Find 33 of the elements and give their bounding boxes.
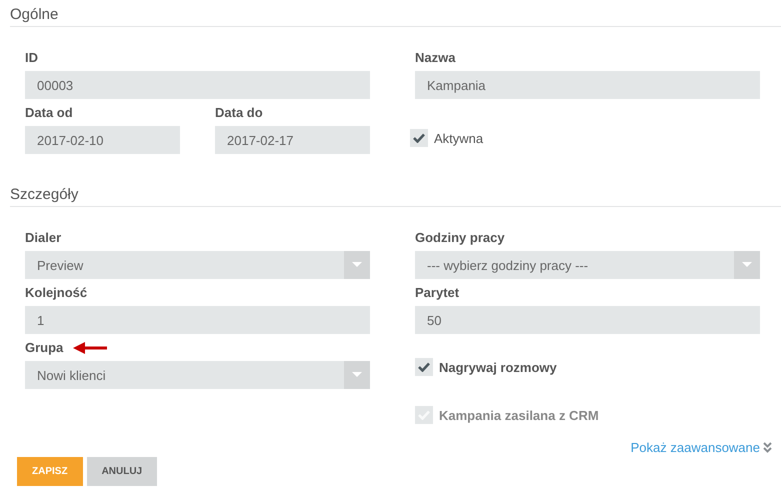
checkbox-label: Kampania zasilana z CRM bbox=[439, 408, 599, 422]
select-field[interactable]: Preview bbox=[25, 251, 370, 279]
field-label: Godziny pracy bbox=[415, 230, 505, 245]
show-advanced-link[interactable]: Pokaż zaawansowane bbox=[630, 440, 760, 455]
field-label: Data do bbox=[215, 105, 264, 120]
field-label: Parytet bbox=[415, 285, 460, 300]
select-field[interactable]: --- wybierz godziny pracy --- bbox=[415, 251, 760, 279]
caret-icon bbox=[352, 262, 362, 268]
section-title: Szczegóły bbox=[10, 186, 781, 207]
double-chevron-down-icon bbox=[763, 442, 772, 453]
select-field[interactable]: Nowi klienci bbox=[25, 361, 370, 389]
field-label: Nazwa bbox=[415, 50, 456, 65]
input-field[interactable]: 00003 bbox=[25, 71, 370, 99]
input-field[interactable]: 50 bbox=[415, 306, 760, 334]
checkbox[interactable] bbox=[415, 358, 433, 376]
input-field[interactable]: 1 bbox=[25, 306, 370, 334]
checkmark-icon bbox=[413, 133, 425, 143]
field-label: Kolejność bbox=[25, 285, 88, 300]
checkbox-label: Nagrywaj rozmowy bbox=[439, 360, 557, 374]
checkbox-label: Aktywna bbox=[434, 130, 484, 146]
input-field[interactable]: Kampania bbox=[415, 71, 760, 99]
section-title: Ogólne bbox=[10, 6, 781, 27]
caret-icon bbox=[742, 262, 752, 268]
checkmark-icon bbox=[418, 362, 430, 372]
field-label: Data od bbox=[25, 105, 74, 120]
field-label: Dialer bbox=[25, 230, 62, 245]
checkbox[interactable] bbox=[410, 129, 428, 147]
form-button[interactable]: ANULUJ bbox=[86, 457, 158, 486]
input-field[interactable]: 2017-02-10 bbox=[25, 126, 180, 154]
field-label: ID bbox=[25, 50, 39, 65]
caret-icon bbox=[352, 372, 362, 378]
field-label: Grupa bbox=[25, 340, 64, 355]
input-field[interactable]: 2017-02-17 bbox=[215, 126, 370, 154]
